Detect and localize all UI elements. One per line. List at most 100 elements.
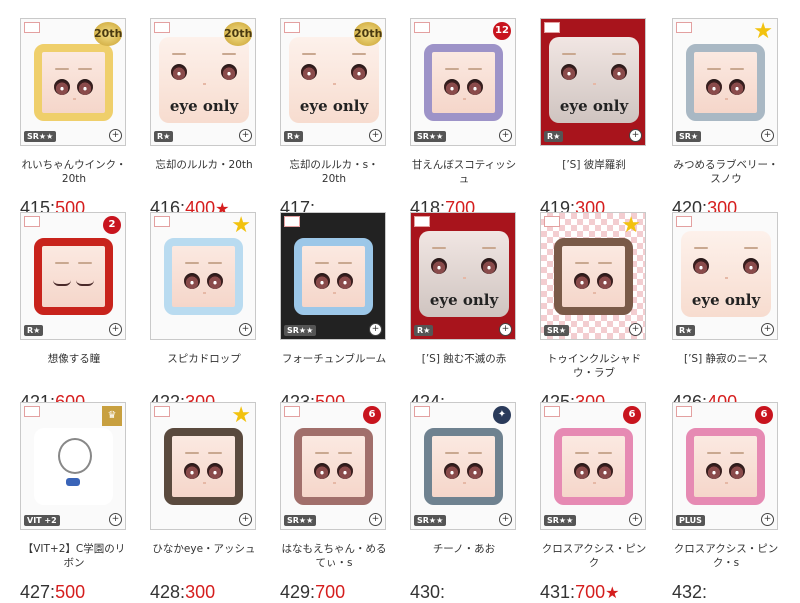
eye-only-label: eye only (559, 97, 629, 115)
rarity-badge: PLUS (676, 515, 705, 526)
item-name: チーノ・あお (432, 543, 496, 555)
left-eye (314, 463, 330, 479)
right-eye (337, 273, 353, 289)
item-card[interactable]: eye only R★ + (540, 18, 646, 146)
zoom-icon[interactable]: + (109, 129, 122, 142)
item-cell: ★ + ひなかeye・アッシュ 428:300 (150, 402, 280, 602)
item-card[interactable]: eye only R★ + (410, 212, 516, 340)
emblem-icon: ✦ (493, 406, 511, 424)
nose (593, 83, 596, 85)
zoom-icon[interactable]: + (499, 129, 512, 142)
zoom-icon[interactable]: + (369, 129, 382, 142)
zoom-icon[interactable]: + (629, 323, 642, 336)
item-name: 忘却のルルカ・20th (155, 159, 253, 171)
item-card[interactable]: eye only R★ + (672, 212, 778, 340)
left-eye (314, 273, 330, 289)
item-card[interactable]: ★ SR★ + (672, 18, 778, 146)
left-brow (315, 452, 329, 454)
item-cell: 6 SR★★ + クロスアクシス・ピンク 431:700★ (540, 402, 670, 602)
item-card[interactable]: ★ + (150, 402, 256, 530)
left-brow (707, 68, 721, 70)
left-brow (562, 53, 576, 55)
zoom-icon[interactable]: + (109, 323, 122, 336)
rarity-badge: R★ (676, 325, 696, 336)
right-brow (744, 247, 758, 249)
zoom-icon[interactable]: + (761, 323, 774, 336)
zoom-icon[interactable]: + (629, 513, 642, 526)
right-brow (78, 262, 92, 264)
zoom-icon[interactable]: + (239, 513, 252, 526)
zoom-icon[interactable]: + (369, 513, 382, 526)
left-eye (706, 463, 722, 479)
left-brow (185, 262, 199, 264)
item-name: クロスアクシス・ピンク・s (673, 543, 779, 569)
item-card[interactable]: ♛ VIT +2 + (20, 402, 126, 530)
zoom-icon[interactable]: + (239, 129, 252, 142)
right-brow (338, 452, 352, 454)
rarity-badge: SR★★ (544, 515, 577, 526)
zoom-icon[interactable]: + (761, 513, 774, 526)
brand-logo (544, 216, 560, 227)
nose (725, 277, 728, 279)
left-brow (575, 452, 589, 454)
item-card[interactable]: eye only 20th R★ + (150, 18, 256, 146)
item-card[interactable]: 2 R★ + (20, 212, 126, 340)
right-brow (222, 53, 236, 55)
item-price: 300 (185, 582, 216, 602)
item-name: クロスアクシス・ピンク (541, 543, 647, 569)
brand-logo (676, 406, 692, 417)
right-brow (78, 68, 92, 70)
anniversary-badge: 20th (224, 22, 252, 46)
eye-preview: eye only (681, 231, 771, 317)
crown-icon: ♛ (102, 406, 122, 426)
right-brow (482, 247, 496, 249)
item-card[interactable]: 6 SR★★ + (280, 402, 386, 530)
item-name: 【VIT+2】C学園のリボン (22, 543, 126, 569)
zoom-icon[interactable]: + (761, 129, 774, 142)
right-eye (481, 258, 497, 274)
left-brow (302, 53, 316, 55)
nose (592, 482, 596, 484)
zoom-icon[interactable]: + (109, 513, 122, 526)
rarity-badge: VIT +2 (24, 515, 60, 526)
item-card[interactable]: 6 PLUS + (672, 402, 778, 530)
right-eye (611, 64, 627, 80)
item-number-price: 427:500 (20, 582, 85, 603)
item-name: 忘却のルルカ・s・20th (289, 159, 379, 185)
zoom-icon[interactable]: + (499, 513, 512, 526)
brand-logo (544, 406, 560, 417)
eye-only-label: eye only (169, 97, 239, 115)
zoom-icon[interactable]: + (499, 323, 512, 336)
item-card[interactable]: 20th SR★★ + (20, 18, 126, 146)
left-closed-eye (53, 280, 71, 286)
left-brow (172, 53, 186, 55)
right-eye (77, 79, 93, 95)
count-badge: 6 (363, 406, 381, 424)
eye-preview: eye only (159, 37, 249, 123)
item-card[interactable]: ★ SR★ + (540, 212, 646, 340)
left-brow (185, 452, 199, 454)
zoom-icon[interactable]: + (239, 323, 252, 336)
item-card[interactable]: 6 SR★★ + (540, 402, 646, 530)
item-card[interactable]: 12 SR★★ + (410, 18, 516, 146)
brand-logo (284, 22, 300, 33)
separator: : (702, 582, 708, 602)
eye-preview (424, 44, 503, 121)
brand-logo (414, 216, 430, 227)
item-card[interactable]: eye only 20th R★ + (280, 18, 386, 146)
zoom-icon[interactable]: + (369, 323, 382, 336)
zoom-icon[interactable]: + (629, 129, 642, 142)
rarity-badge: SR★★ (284, 515, 317, 526)
item-price: 700 (315, 582, 346, 602)
nose (203, 83, 206, 85)
item-card[interactable]: ★ + (150, 212, 256, 340)
right-brow (468, 452, 482, 454)
item-card[interactable]: SR★★ + (280, 212, 386, 340)
nose (462, 482, 466, 484)
item-cell: ✦ SR★★ + チーノ・あお 430: (410, 402, 540, 602)
right-eye (743, 258, 759, 274)
right-brow (730, 452, 744, 454)
item-card[interactable]: ✦ SR★★ + (410, 402, 516, 530)
item-cell: 6 SR★★ + はなもえちゃん・めるてぃ・s 429:700 (280, 402, 410, 602)
right-eye (221, 64, 237, 80)
